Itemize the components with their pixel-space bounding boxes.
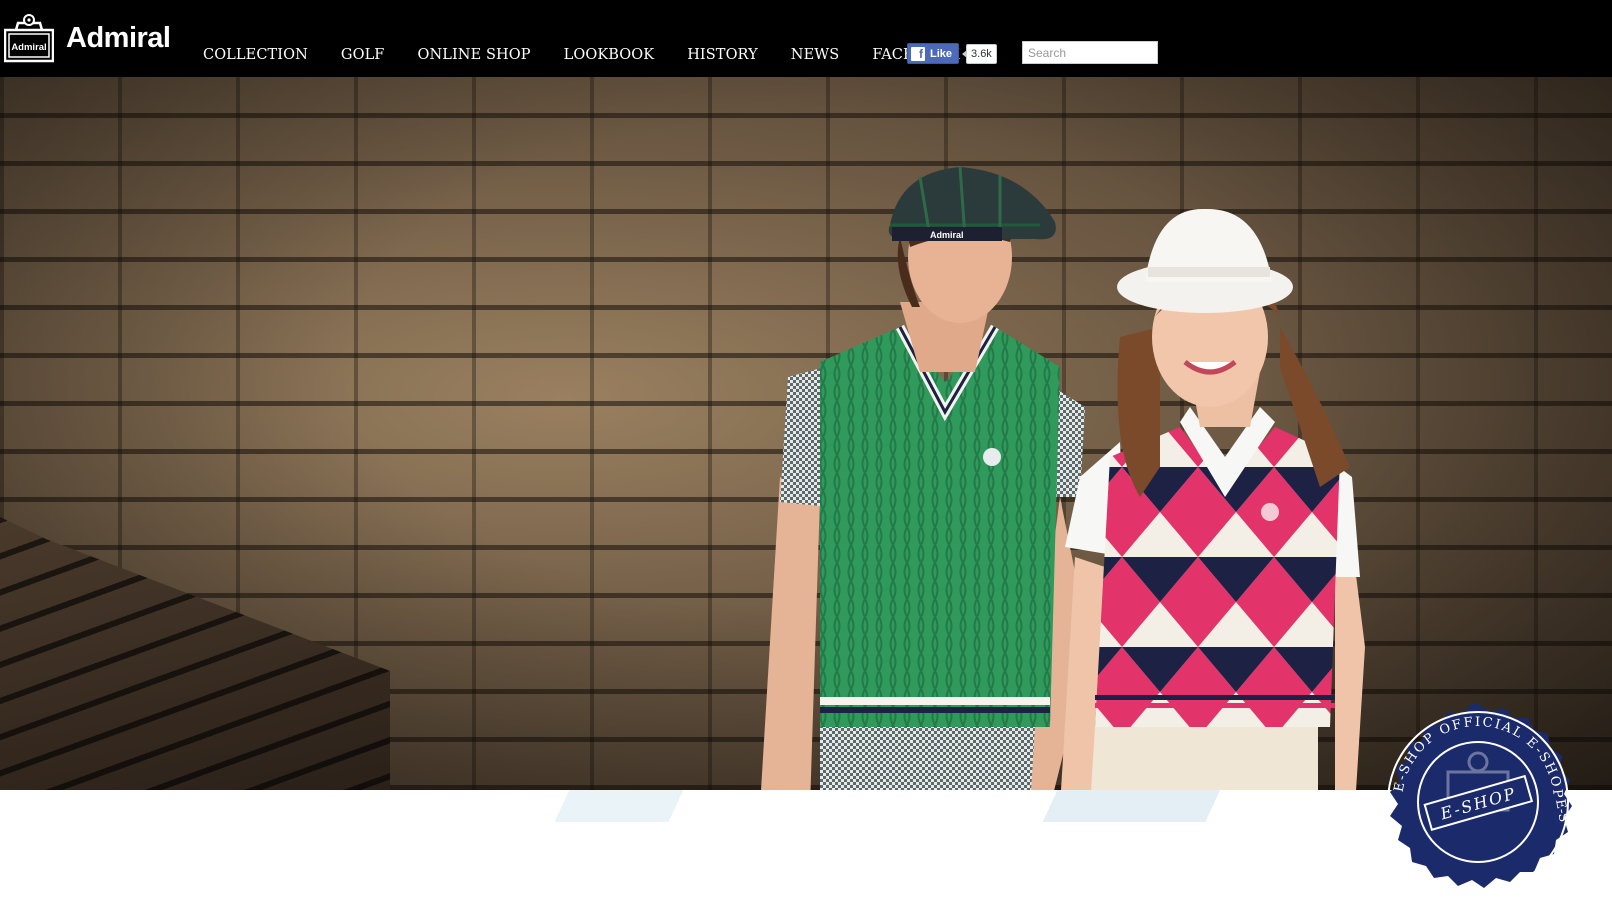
eshop-seal-icon: E-SHOP OFFICIAL E-SHOP E-S E-SHOP bbox=[1387, 704, 1572, 893]
search-input[interactable] bbox=[1022, 41, 1158, 64]
hero-models-image: Admiral bbox=[761, 167, 1365, 790]
facebook-like-button[interactable]: f Like bbox=[907, 43, 960, 64]
official-eshop-badge[interactable]: E-SHOP OFFICIAL E-SHOP E-S E-SHOP bbox=[1378, 702, 1578, 902]
admiral-logo-link[interactable]: Admiral Admiral bbox=[4, 12, 180, 64]
nav-golf[interactable]: GOLF bbox=[341, 47, 385, 63]
nav-history[interactable]: HISTORY bbox=[687, 47, 758, 63]
content-top-band bbox=[0, 790, 1612, 822]
brand-name: Admiral bbox=[66, 21, 171, 54]
facebook-like-label: Like bbox=[930, 47, 953, 60]
nav-online-shop[interactable]: ONLINE SHOP bbox=[417, 47, 530, 63]
nav-collection[interactable]: COLLECTION bbox=[203, 47, 308, 63]
hero-banner: Admiral bbox=[0, 77, 1612, 790]
main-nav: COLLECTION GOLF ONLINE SHOP LOOKBOOK HIS… bbox=[203, 44, 960, 66]
facebook-like-widget: f Like 3.6k bbox=[907, 43, 997, 64]
svg-text:Admiral: Admiral bbox=[11, 42, 46, 53]
facebook-like-count: 3.6k bbox=[962, 43, 997, 64]
admiral-logo-icon: Admiral bbox=[4, 14, 54, 63]
female-model bbox=[1061, 208, 1365, 790]
nav-lookbook[interactable]: LOOKBOOK bbox=[564, 47, 655, 63]
nav-news[interactable]: NEWS bbox=[791, 47, 840, 63]
site-header: Admiral Admiral COLLECTION GOLF ONLINE S… bbox=[0, 0, 1612, 77]
facebook-f-icon: f bbox=[911, 46, 925, 61]
male-model: Admiral bbox=[761, 167, 1090, 790]
svg-text:Admiral: Admiral bbox=[930, 230, 964, 240]
